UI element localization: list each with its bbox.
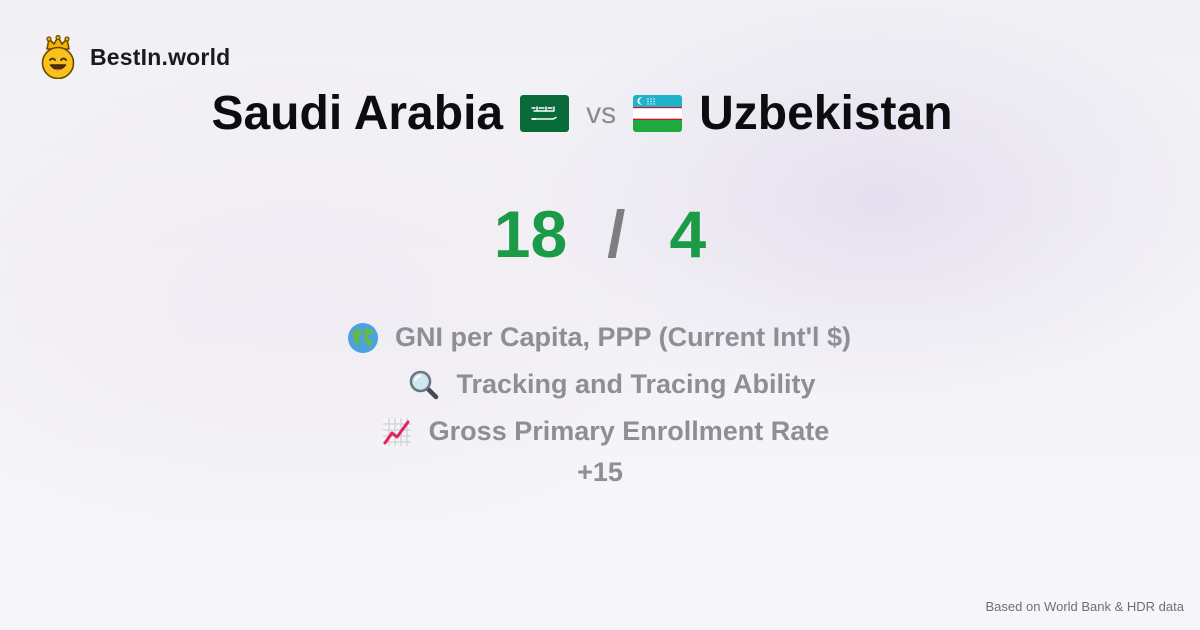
country-a-name: Saudi Arabia [211,87,504,140]
score-country-a: 18 [493,197,568,271]
magnifying-glass-icon [410,370,439,399]
brand-name: BestIn.world [90,43,231,70]
comparison-title: Saudi Arabia vs Uzbekistan [0,86,1164,141]
chart-increasing-icon [382,417,411,446]
metric-list: GNI per Capita, PPP (Current Int'l $) Tr… [0,314,1200,488]
vs-label: vs [586,96,617,130]
uzbekistan-flag-icon [633,95,683,132]
score-country-b: 4 [669,197,707,271]
brand[interactable]: BestIn.world [38,35,230,79]
score: 18 / 4 [0,196,1200,272]
more-metrics-count: +15 [577,457,623,487]
saudi-arabia-flag-icon [520,95,570,132]
metric-item: GNI per Capita, PPP (Current Int'l $) [347,314,851,361]
metric-item: Tracking and Tracing Ability [408,361,816,408]
metric-label: Gross Primary Enrollment Rate [428,416,830,446]
country-b-name: Uzbekistan [699,87,953,140]
score-separator: / [607,197,626,271]
metric-label: GNI per Capita, PPP (Current Int'l $) [395,322,851,352]
globe-icon [348,322,378,353]
data-source-note: Based on World Bank & HDR data [985,599,1184,614]
crowned-smiley-icon [41,35,75,79]
metric-item: Gross Primary Enrollment Rate [381,408,830,455]
metric-label: Tracking and Tracing Ability [456,369,816,399]
